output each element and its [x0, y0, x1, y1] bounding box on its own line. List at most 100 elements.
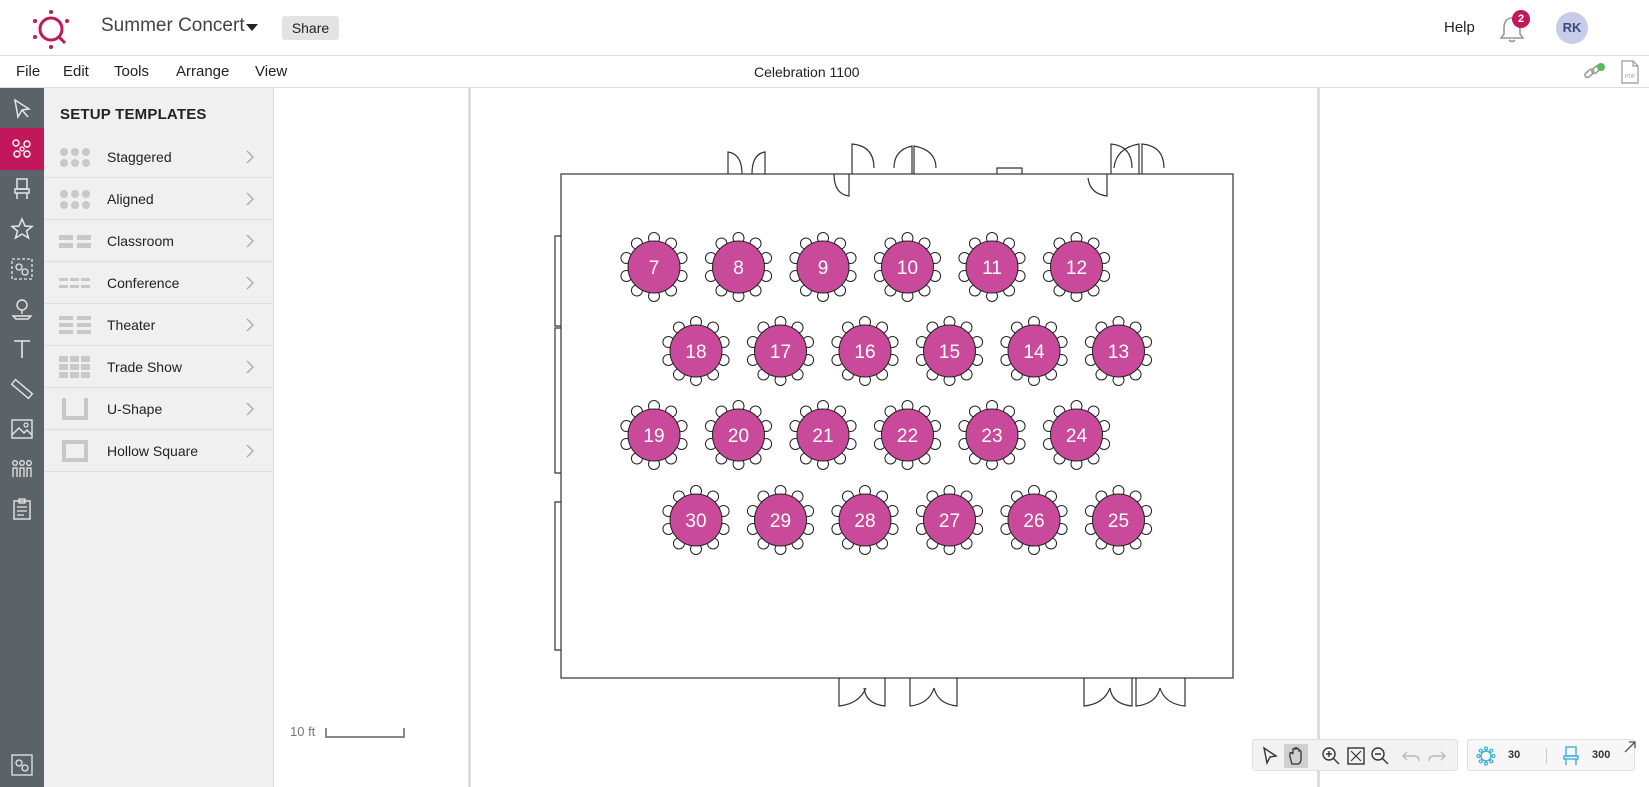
seat-count-chair-icon: [1563, 746, 1579, 765]
zoom-out-icon[interactable]: [1368, 744, 1392, 768]
link-icon[interactable]: [1582, 61, 1606, 83]
round-table[interactable]: 10: [873, 232, 942, 302]
chevron-right-icon: [246, 360, 254, 374]
svg-text:PDF: PDF: [1625, 74, 1635, 80]
chair-tool-button[interactable]: [0, 168, 44, 210]
floorplan-drawing: 7 8 9 10 11 12 18 17 16 15 14 13 19 20 21 22 23 24 30 29 28 2…: [554, 143, 1234, 707]
round-table[interactable]: 18: [662, 316, 730, 386]
expand-icon[interactable]: [1623, 740, 1637, 754]
project-dropdown-chevron-down-icon[interactable]: [246, 24, 258, 31]
scale-bar: [325, 728, 405, 738]
table-number: 14: [1023, 342, 1045, 363]
template-label: Conference: [107, 275, 180, 291]
zoom-in-icon[interactable]: [1319, 744, 1343, 768]
round-table[interactable]: 26: [1000, 485, 1068, 555]
redo-icon[interactable]: [1425, 744, 1449, 768]
menu-arrange[interactable]: Arrange: [176, 63, 229, 80]
floorplan-canvas[interactable]: 7 8 9 10 11 12 18 17 16 15 14 13 19 20 21 22 23 24 30 29 28 2…: [274, 88, 1649, 787]
round-table[interactable]: 24: [1042, 400, 1111, 470]
group-tool-button[interactable]: [0, 248, 44, 290]
menu-file[interactable]: File: [16, 63, 40, 80]
template-classroom[interactable]: Classroom: [44, 220, 274, 262]
round-table[interactable]: 21: [789, 400, 857, 470]
table-number: 12: [1066, 258, 1087, 279]
round-table[interactable]: 9: [789, 232, 857, 302]
round-table[interactable]: 23: [958, 400, 1026, 470]
pdf-export-icon[interactable]: PDF: [1620, 60, 1640, 84]
round-table[interactable]: 29: [746, 485, 815, 555]
template-label: Theater: [107, 317, 156, 333]
template-label: Trade Show: [107, 359, 182, 375]
star-icon: [10, 217, 34, 240]
round-table[interactable]: 8: [704, 232, 773, 302]
round-table[interactable]: 25: [1084, 485, 1153, 555]
table-number: 24: [1066, 426, 1088, 447]
text-tool-button[interactable]: [0, 328, 44, 370]
group-icon: [11, 258, 33, 280]
seat-count: 300: [1592, 749, 1611, 761]
table-number: 13: [1108, 342, 1129, 363]
template-staggered[interactable]: Staggered: [44, 136, 274, 178]
round-table[interactable]: 14: [1000, 316, 1068, 386]
round-table[interactable]: 20: [704, 400, 773, 470]
menu-view[interactable]: View: [255, 63, 287, 80]
help-link[interactable]: Help: [1444, 19, 1475, 36]
template-theater[interactable]: Theater: [44, 304, 274, 346]
template-u-shape[interactable]: U-Shape: [44, 388, 274, 430]
clipboard-icon: [13, 498, 31, 520]
round-table[interactable]: 16: [831, 316, 899, 386]
classroom-icon: [59, 235, 91, 248]
round-table[interactable]: 7: [620, 232, 688, 302]
table-number: 16: [854, 342, 875, 363]
round-table[interactable]: 19: [620, 400, 688, 470]
place-marker-tool-button[interactable]: [0, 288, 44, 330]
template-label: Classroom: [107, 233, 174, 249]
theater-icon: [59, 316, 91, 334]
app-logo-icon[interactable]: [30, 8, 72, 50]
template-label: Staggered: [107, 149, 172, 165]
template-hollow-square[interactable]: Hollow Square: [44, 430, 274, 472]
template-aligned[interactable]: Aligned: [44, 178, 274, 220]
round-table[interactable]: 12: [1042, 232, 1111, 302]
round-table[interactable]: 27: [915, 485, 984, 555]
round-table[interactable]: 30: [662, 485, 730, 555]
chevron-right-icon: [246, 402, 254, 416]
round-table[interactable]: 17: [746, 316, 815, 386]
clipboard-tool-button[interactable]: [0, 488, 44, 530]
pan-hand-icon[interactable]: [1284, 744, 1308, 768]
document-name[interactable]: Celebration 1100: [754, 64, 860, 80]
ruler-icon: [10, 378, 34, 400]
conference-icon: [59, 278, 90, 288]
table-number: 18: [685, 342, 706, 363]
project-title[interactable]: Summer Concert: [101, 15, 245, 37]
round-table[interactable]: 22: [873, 400, 942, 470]
round-table[interactable]: 11: [958, 232, 1026, 302]
fit-to-screen-icon[interactable]: [1344, 744, 1368, 768]
share-button[interactable]: Share: [282, 16, 339, 40]
menu-edit[interactable]: Edit: [63, 63, 89, 80]
scale-label: 10 ft: [290, 724, 316, 739]
undo-icon[interactable]: [1399, 744, 1423, 768]
round-table[interactable]: 13: [1084, 316, 1153, 386]
image-tool-button[interactable]: [0, 408, 44, 450]
table-number: 7: [649, 258, 660, 279]
star-tool-button[interactable]: [0, 208, 44, 250]
select-tool-button[interactable]: [0, 88, 44, 130]
table-number: 11: [982, 258, 1002, 279]
user-avatar[interactable]: RK: [1556, 12, 1588, 44]
setup-templates-tool-button[interactable]: [0, 128, 44, 170]
template-conference[interactable]: Conference: [44, 262, 274, 304]
canvas-toolbar: [1252, 739, 1458, 771]
chevron-right-icon: [246, 150, 254, 164]
template-trade-show[interactable]: Trade Show: [44, 346, 274, 388]
ruler-tool-button[interactable]: [0, 368, 44, 410]
menu-tools[interactable]: Tools: [114, 63, 149, 80]
counts-divider: [1546, 748, 1547, 764]
pointer-mode-icon[interactable]: [1258, 744, 1282, 768]
template-label: U-Shape: [107, 401, 163, 417]
round-table[interactable]: 15: [915, 316, 984, 386]
layout-settings-button[interactable]: [0, 744, 44, 786]
round-table[interactable]: 28: [831, 485, 899, 555]
place-marker-icon: [11, 299, 33, 320]
people-tool-button[interactable]: [0, 448, 44, 490]
